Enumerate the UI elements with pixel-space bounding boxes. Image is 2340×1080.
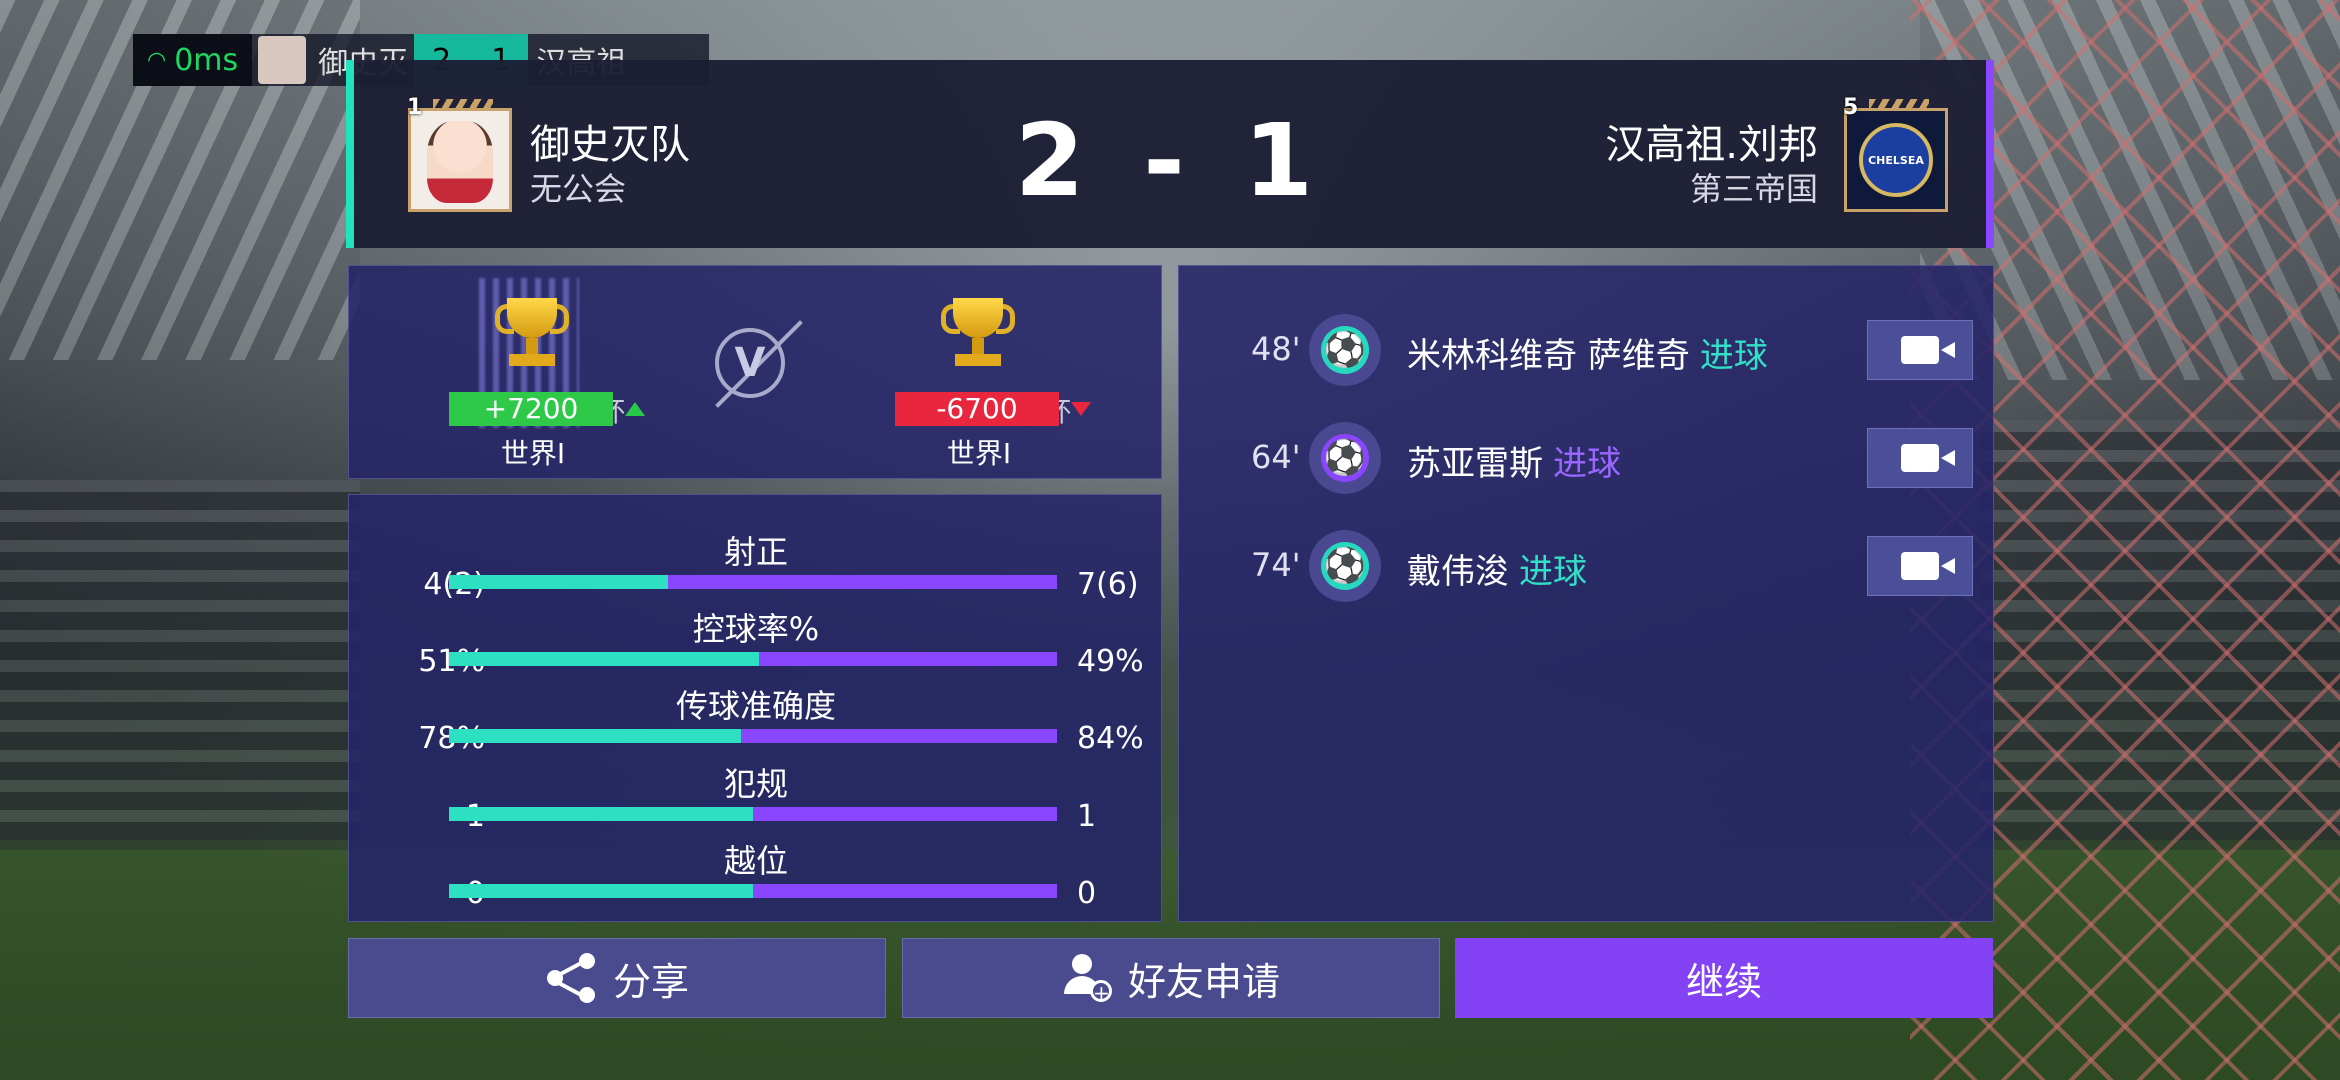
stat-away-value: 84%: [1077, 721, 1144, 756]
stat-bar: [449, 652, 1057, 666]
stat-bar-home: [449, 575, 668, 589]
stat-bar: [449, 884, 1057, 898]
home-trophy-icon: [493, 298, 571, 370]
event-description: 苏亚雷斯 进球: [1407, 436, 1621, 485]
continue-button[interactable]: 继续: [1455, 938, 1993, 1018]
rank-stripes: [1869, 99, 1929, 111]
event-type: 进球: [1553, 444, 1621, 484]
stat-row: 传球准确度 78% 84%: [349, 679, 1163, 756]
stat-bar-away: [753, 807, 1057, 821]
event-description: 米林科维奇 萨维奇 进球: [1407, 328, 1768, 377]
soccer-ball-icon: ⚽: [1309, 314, 1381, 386]
away-team-name: 汉高祖.刘邦: [1605, 122, 1818, 168]
away-trophy-icon: [939, 298, 1017, 370]
video-camera-icon: [1901, 444, 1955, 472]
add-friend-icon: +: [1062, 952, 1114, 1004]
away-league: 世界I: [946, 437, 1012, 470]
event-type: 进球: [1699, 336, 1768, 376]
away-rank: 5: [1843, 95, 1859, 120]
replay-camera-button[interactable]: [1867, 320, 1973, 380]
stadium-stands-left: [0, 480, 360, 840]
stat-bar-away: [759, 652, 1057, 666]
stat-bar-home: [449, 807, 753, 821]
match-score-header: 1 御史灭队 无公会 2 - 1 汉高祖.刘邦 第三帝国 5 CHELSEA: [346, 60, 1994, 248]
arrow-down-icon: [1071, 402, 1091, 416]
stat-row: 越位 0 0: [349, 834, 1163, 911]
stat-bar: [449, 807, 1057, 821]
share-icon: [545, 951, 599, 1005]
stat-bar-away: [667, 575, 1057, 589]
stat-bar-away: [753, 884, 1057, 898]
match-events-panel: 48' ⚽ 米林科维奇 萨维奇 进球 64' ⚽ 苏亚雷斯 进球 74' ⚽ 戴伟浚…: [1178, 265, 1994, 922]
friend-request-label: 好友申请: [1127, 959, 1280, 1004]
stat-bar-away: [740, 729, 1057, 743]
vs-icon: V: [715, 328, 785, 398]
goal-event: 48' ⚽ 米林科维奇 萨维奇 进球: [1179, 308, 1995, 388]
event-minute: 48': [1251, 330, 1301, 368]
share-button[interactable]: 分享: [348, 938, 886, 1018]
wifi-icon: ◠: [147, 47, 167, 73]
stat-bar-home: [449, 884, 753, 898]
stat-bar-home: [449, 729, 741, 743]
replay-camera-button[interactable]: [1867, 536, 1973, 596]
stat-away-value: 0: [1077, 876, 1097, 911]
ping-value: 0ms: [174, 42, 239, 78]
event-minute: 64': [1251, 438, 1301, 476]
event-player: 戴伟浚: [1407, 552, 1509, 592]
friend-request-button[interactable]: + 好友申请: [902, 938, 1440, 1018]
event-player: 苏亚雷斯: [1407, 444, 1543, 484]
goal-event: 74' ⚽ 戴伟浚 进球: [1179, 524, 1995, 604]
stadium-stands-right: [1980, 420, 2340, 840]
mini-home-avatar: [258, 36, 307, 84]
stat-away-value: 49%: [1077, 644, 1144, 679]
stat-row: 控球率% 51% 49%: [349, 602, 1163, 679]
home-league: 世界I: [500, 437, 566, 470]
continue-label: 继续: [1685, 959, 1762, 1004]
away-points-delta: -6700: [895, 392, 1059, 426]
video-camera-icon: [1901, 336, 1955, 364]
arrow-up-icon: [625, 402, 645, 416]
event-description: 戴伟浚 进球: [1407, 544, 1587, 593]
match-stats-panel: 射正 4(2) 7(6) 控球率% 51% 49% 传球准确度 78% 84% …: [348, 494, 1162, 922]
share-label: 分享: [612, 959, 689, 1004]
home-points-delta: +7200: [449, 392, 613, 426]
stat-bar: [449, 575, 1057, 589]
stat-row: 射正 4(2) 7(6): [349, 525, 1163, 602]
stat-row: 犯规 1 1: [349, 757, 1163, 834]
ping-indicator: ◠ 0ms: [133, 34, 253, 86]
replay-camera-button[interactable]: [1867, 428, 1973, 488]
video-camera-icon: [1901, 552, 1955, 580]
rank-reward-panel: 杯 +7200 世界I V 杯 -6700 世界I: [348, 265, 1162, 479]
away-team-guild: 第三帝国: [1689, 170, 1818, 208]
stat-away-value: 7(6): [1077, 567, 1139, 602]
stat-away-value: 1: [1077, 799, 1097, 834]
stat-bar: [449, 729, 1057, 743]
away-team-crest[interactable]: 5 CHELSEA: [1843, 95, 1948, 212]
chelsea-crest-icon: CHELSEA: [1859, 123, 1933, 197]
event-minute: 74': [1251, 546, 1301, 584]
goal-event: 64' ⚽ 苏亚雷斯 进球: [1179, 416, 1995, 496]
soccer-ball-icon: ⚽: [1309, 422, 1381, 494]
soccer-ball-icon: ⚽: [1309, 530, 1381, 602]
event-player: 米林科维奇 萨维奇: [1407, 336, 1690, 376]
stat-bar-home: [449, 652, 760, 666]
event-type: 进球: [1519, 552, 1587, 592]
